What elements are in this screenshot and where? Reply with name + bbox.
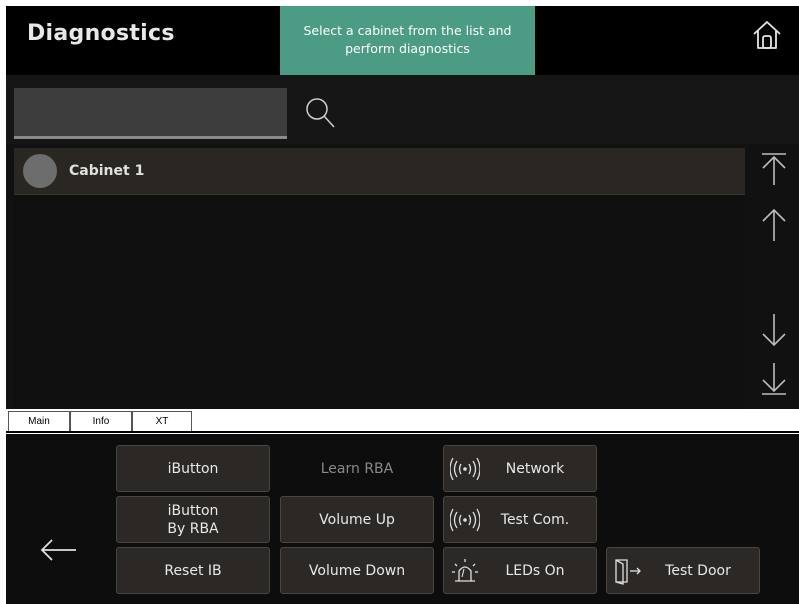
- scroll-bottom-icon: [762, 363, 786, 395]
- ibutton-label: iButton: [167, 460, 219, 477]
- test-door-button[interactable]: Test Door: [606, 547, 760, 594]
- back-button[interactable]: [36, 535, 80, 565]
- wireless-signal-icon: [450, 457, 480, 481]
- learn-rba-button: Learn RBA: [280, 445, 434, 492]
- door-exit-icon: [615, 559, 641, 585]
- tab-divider: [6, 431, 799, 433]
- tab-main[interactable]: Main: [8, 411, 70, 433]
- scroll-top-icon: [762, 153, 786, 185]
- ibutton-by-rba-button[interactable]: iButton By RBA: [116, 496, 270, 543]
- reset-ib-button[interactable]: Reset IB: [116, 547, 270, 594]
- cabinet-list[interactable]: Cabinet 1: [14, 148, 745, 409]
- search-icon: [306, 98, 335, 128]
- scroll-down-icon: [762, 314, 786, 347]
- wireless-signal-icon: [450, 508, 480, 532]
- ibutton-by-rba-label: iButton By RBA: [167, 502, 219, 537]
- test-com-label: Test Com.: [500, 511, 570, 528]
- tab-xt[interactable]: XT: [132, 411, 192, 433]
- scroll-up-button[interactable]: [759, 207, 789, 243]
- learn-rba-label: Learn RBA: [320, 460, 394, 477]
- volume-up-button[interactable]: Volume Up: [280, 496, 434, 543]
- home-icon: [753, 21, 781, 49]
- network-label: Network: [505, 460, 565, 477]
- reset-ib-label: Reset IB: [164, 562, 222, 579]
- main-actions-panel: iButton Learn RBA Network iButton By RBA…: [6, 434, 799, 604]
- search-input[interactable]: [14, 88, 287, 139]
- scroll-to-bottom-button[interactable]: [759, 361, 789, 397]
- page-title: Diagnostics: [27, 21, 175, 46]
- alarm-light-icon: [452, 559, 478, 582]
- diagnostics-screen: Diagnostics Select a cabinet from the li…: [6, 6, 799, 604]
- volume-up-label: Volume Up: [319, 511, 395, 528]
- header-bar: Diagnostics Select a cabinet from the li…: [6, 6, 799, 81]
- home-button[interactable]: [750, 18, 784, 52]
- search-toolbar: [6, 75, 799, 144]
- leds-on-button[interactable]: LEDs On: [443, 547, 597, 594]
- ibutton-button[interactable]: iButton: [116, 445, 270, 492]
- scroll-up-icon: [762, 208, 786, 241]
- cabinet-status-indicator: [23, 154, 57, 188]
- arrow-left-icon: [40, 539, 76, 561]
- network-button[interactable]: Network: [443, 445, 597, 492]
- instruction-toast: Select a cabinet from the list and perfo…: [280, 6, 535, 81]
- leds-on-label: LEDs On: [505, 562, 565, 579]
- search-button[interactable]: [302, 93, 342, 133]
- scroll-to-top-button[interactable]: [759, 151, 789, 187]
- test-door-label: Test Door: [665, 562, 731, 579]
- list-item[interactable]: Cabinet 1: [14, 148, 745, 195]
- list-item-label: Cabinet 1: [69, 163, 145, 179]
- volume-down-button[interactable]: Volume Down: [280, 547, 434, 594]
- tab-info[interactable]: Info: [70, 411, 132, 433]
- test-com-button[interactable]: Test Com.: [443, 496, 597, 543]
- scroll-down-button[interactable]: [759, 312, 789, 348]
- volume-down-label: Volume Down: [308, 562, 406, 579]
